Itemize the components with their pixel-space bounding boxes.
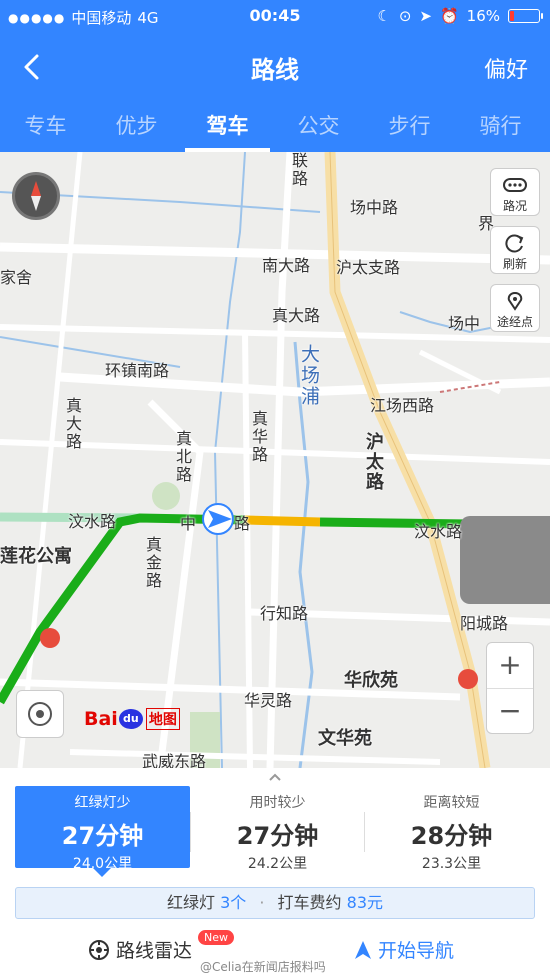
refresh-icon bbox=[505, 234, 524, 253]
header: ●●●●● 中国移动 4G 00:45 ☾ ⊙ ➤ ⏰ 16% 路线 偏好 专车… bbox=[0, 0, 550, 152]
map-label: 联路 bbox=[289, 152, 308, 188]
route-option-3[interactable]: 距离较短 28分钟 23.3公里 bbox=[364, 786, 539, 872]
map-label: 真北路 bbox=[173, 430, 192, 484]
battery-icon bbox=[508, 9, 543, 23]
tab-transit[interactable]: 公交 bbox=[273, 98, 364, 152]
route-distance: 23.3公里 bbox=[421, 856, 482, 872]
compass-icon bbox=[31, 181, 41, 211]
map-label: 界 bbox=[478, 214, 495, 233]
lock-rotation-icon: ⊙ bbox=[398, 7, 412, 25]
map-label: 汶水路 bbox=[414, 522, 463, 541]
start-navigation-button[interactable]: 开始导航 bbox=[352, 936, 454, 963]
map-label: 华欣苑 bbox=[344, 670, 398, 691]
map-view[interactable]: 路况 刷新 途经点 + − Bai du 地图 场中路 南大路 沪太支路 真大路… bbox=[0, 152, 550, 768]
new-badge: New bbox=[198, 930, 234, 945]
zoom-control: + − bbox=[486, 642, 534, 734]
route-info-bar: 红绿灯 3个 · 打车费约 83元 bbox=[15, 887, 535, 919]
map-label: 场中 bbox=[448, 314, 481, 333]
route-tag: 用时较少 bbox=[249, 795, 306, 811]
map-label: 江场西路 bbox=[370, 396, 435, 415]
route-panel: 红绿灯少 27分钟 24.0公里 用时较少 27分钟 24.2公里 距离较短 2… bbox=[0, 768, 550, 978]
taxi-label: 打车费约 bbox=[277, 893, 342, 912]
tab-drive[interactable]: 驾车 bbox=[182, 98, 273, 152]
page-title: 路线 bbox=[251, 56, 299, 84]
logo-bai: Bai bbox=[84, 708, 118, 730]
tab-uber[interactable]: 优步 bbox=[91, 98, 182, 152]
route-option-1[interactable]: 红绿灯少 27分钟 24.0公里 bbox=[15, 786, 190, 877]
tab-premier[interactable]: 专车 bbox=[0, 98, 91, 152]
chevron-up-icon[interactable] bbox=[267, 772, 283, 782]
route-radar-button[interactable]: 路线雷达 bbox=[88, 936, 192, 963]
location-arrow-icon: ➤ bbox=[419, 7, 432, 25]
refresh-button[interactable]: 刷新 bbox=[490, 226, 540, 274]
baidu-map-logo: Bai du 地图 bbox=[84, 708, 180, 730]
map-label: 武威东路 bbox=[142, 752, 207, 768]
route-tag: 红绿灯少 bbox=[74, 795, 131, 811]
tab-walk[interactable]: 步行 bbox=[364, 98, 455, 152]
radar-label: 路线雷达 bbox=[116, 940, 193, 962]
route-distance: 24.2公里 bbox=[247, 856, 308, 872]
logo-du: du bbox=[118, 709, 143, 729]
map-label: 环镇南路 bbox=[105, 361, 170, 380]
route-option-2[interactable]: 用时较少 27分钟 24.2公里 bbox=[190, 786, 365, 872]
street-view-thumbnail[interactable] bbox=[460, 516, 550, 604]
map-label: 沪太支路 bbox=[336, 258, 401, 277]
preference-button[interactable]: 偏好 bbox=[484, 52, 528, 84]
map-label: 真大路 bbox=[272, 306, 321, 325]
status-bar: ●●●●● 中国移动 4G 00:45 ☾ ⊙ ➤ ⏰ 16% bbox=[0, 0, 550, 32]
map-label: 家舍 bbox=[0, 268, 33, 287]
map-label: 行知路 bbox=[260, 604, 309, 623]
start-label: 开始导航 bbox=[378, 940, 455, 962]
battery-percent: 16% bbox=[466, 7, 500, 25]
moon-icon: ☾ bbox=[377, 7, 391, 25]
watermark: @Celia在新闻店报料吗 bbox=[200, 960, 326, 974]
map-label: 真华路 bbox=[249, 410, 268, 464]
map-label: 真大路 bbox=[63, 397, 82, 451]
map-label: 文华苑 bbox=[318, 728, 372, 749]
route-time: 27分钟 bbox=[236, 822, 319, 850]
route-time: 27分钟 bbox=[61, 822, 144, 850]
traffic-icon bbox=[503, 178, 527, 192]
map-label: 莲花公寓 bbox=[0, 546, 72, 567]
map-label: 场中路 bbox=[350, 198, 399, 217]
waypoint-label: 途经点 bbox=[496, 315, 533, 329]
navigation-arrow-icon bbox=[355, 940, 371, 959]
lights-label: 红绿灯 bbox=[166, 893, 215, 912]
map-label: 路 bbox=[234, 514, 251, 533]
alarm-icon: ⏰ bbox=[439, 7, 459, 25]
map-label: 南大路 bbox=[262, 256, 311, 275]
action-bar: 路线雷达 New 开始导航 @Celia在新闻店报料吗 bbox=[0, 928, 550, 978]
taxi-fare: 83元 bbox=[346, 893, 384, 912]
route-distance: 24.0公里 bbox=[72, 856, 133, 872]
battery-fill bbox=[510, 11, 514, 21]
mode-tabs: 专车 优步 驾车 公交 步行 骑行 bbox=[0, 98, 550, 152]
map-label: 中 bbox=[180, 514, 197, 533]
waypoint-button[interactable]: 途经点 bbox=[490, 284, 540, 332]
map-label: 沪太路 bbox=[363, 432, 384, 492]
map-label: 汶水路 bbox=[68, 512, 117, 531]
route-time: 28分钟 bbox=[410, 822, 493, 850]
location-pin-icon bbox=[507, 291, 523, 311]
locate-button[interactable] bbox=[16, 690, 64, 738]
map-label: 华灵路 bbox=[244, 691, 293, 710]
zoom-in-button[interactable]: + bbox=[487, 643, 533, 689]
nav-bar: 路线 偏好 bbox=[0, 40, 550, 92]
map-label: 阳城路 bbox=[460, 614, 509, 633]
separator-dot: · bbox=[259, 893, 265, 912]
route-tag: 距离较短 bbox=[423, 795, 480, 811]
map-label-water: 大场浦 bbox=[298, 344, 320, 407]
compass-button[interactable] bbox=[12, 172, 60, 220]
traffic-label: 路况 bbox=[502, 199, 527, 213]
lights-count: 3个 bbox=[220, 893, 247, 912]
traffic-button[interactable]: 路况 bbox=[490, 168, 540, 216]
refresh-label: 刷新 bbox=[502, 257, 527, 271]
zoom-out-button[interactable]: − bbox=[487, 689, 533, 735]
status-right: ☾ ⊙ ➤ ⏰ 16% bbox=[377, 7, 543, 25]
crosshair-icon bbox=[28, 702, 52, 726]
map-label: 真金路 bbox=[143, 536, 162, 590]
map-base bbox=[0, 152, 550, 768]
tab-bike[interactable]: 骑行 bbox=[455, 98, 546, 152]
logo-ditu: 地图 bbox=[145, 708, 180, 730]
radar-icon bbox=[89, 939, 109, 960]
